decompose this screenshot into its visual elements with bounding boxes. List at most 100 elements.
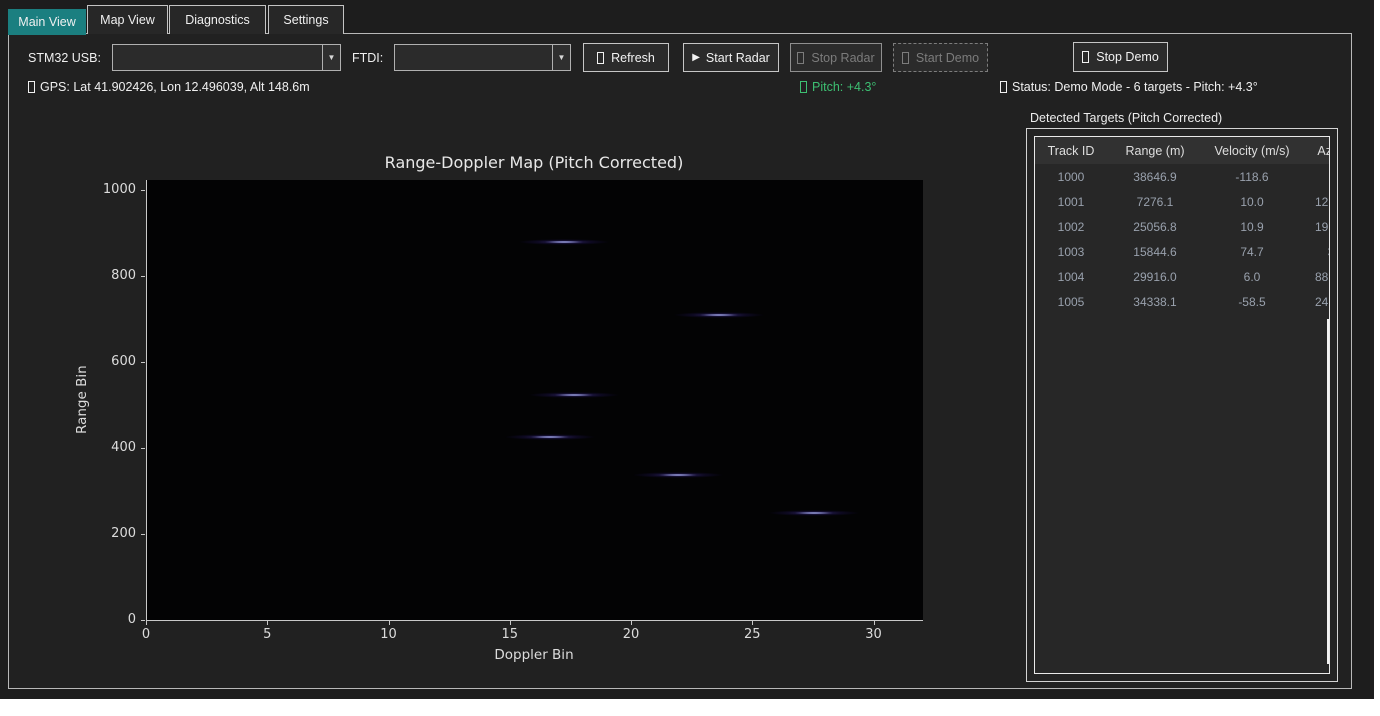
table-row[interactable]: 100534338.1-58.5247.5104 bbox=[1035, 289, 1329, 314]
table-row[interactable]: 100225056.810.9191.2552 bbox=[1035, 214, 1329, 239]
table-row[interactable]: 100315844.674.7300° bbox=[1035, 239, 1329, 264]
cell: 45° bbox=[1301, 170, 1330, 184]
refresh-icon bbox=[597, 52, 604, 64]
y-axis-label: Range Bin bbox=[74, 330, 90, 470]
ftdi-port-select[interactable]: ▼ bbox=[394, 44, 571, 71]
start-radar-button[interactable]: ▶ Start Radar bbox=[683, 43, 779, 72]
stop-icon bbox=[797, 52, 804, 64]
pitch-status: Pitch: +4.3° bbox=[800, 79, 876, 95]
table-scrollbar[interactable] bbox=[1327, 319, 1329, 664]
y-tick-label: 800 bbox=[94, 268, 136, 283]
ftdi-label: FTDI: bbox=[352, 44, 383, 71]
y-tick-label: 600 bbox=[94, 354, 136, 369]
cell: 74.7 bbox=[1203, 245, 1301, 259]
x-tick-label: 0 bbox=[124, 627, 168, 642]
column-header[interactable]: Track ID bbox=[1035, 144, 1107, 158]
targets-table[interactable]: Track IDRange (m)Velocity (m/s)Azimuth 1… bbox=[1034, 136, 1330, 674]
y-tick-label: 400 bbox=[94, 440, 136, 455]
cell: 25056.8 bbox=[1107, 220, 1203, 234]
target-blip bbox=[504, 434, 596, 440]
y-tick-mark bbox=[141, 276, 145, 277]
x-tick-mark bbox=[389, 621, 390, 625]
cell: 1002 bbox=[1035, 220, 1107, 234]
demo-icon bbox=[902, 52, 909, 64]
x-tick-label: 15 bbox=[488, 627, 532, 642]
range-doppler-plot[interactable] bbox=[146, 180, 923, 621]
cell: 38646.9 bbox=[1107, 170, 1203, 184]
stm32-usb-label: STM32 USB: bbox=[28, 44, 101, 71]
tab-settings[interactable]: Settings bbox=[268, 5, 344, 34]
cell: 1004 bbox=[1035, 270, 1107, 284]
app-window: Main View Map View Diagnostics Settings … bbox=[0, 0, 1374, 699]
tab-label: Diagnostics bbox=[185, 13, 250, 27]
tab-label: Main View bbox=[18, 15, 75, 29]
cell: -58.5 bbox=[1203, 295, 1301, 309]
radar-status: Status: Demo Mode - 6 targets - Pitch: +… bbox=[1000, 79, 1258, 95]
stop-demo-button[interactable]: Stop Demo bbox=[1073, 42, 1168, 72]
y-tick-mark bbox=[141, 620, 145, 621]
cell: 1005 bbox=[1035, 295, 1107, 309]
chevron-down-icon[interactable]: ▼ bbox=[552, 45, 570, 70]
target-blip bbox=[632, 472, 724, 478]
x-tick-label: 30 bbox=[852, 627, 896, 642]
target-blip bbox=[518, 239, 610, 245]
column-header[interactable]: Velocity (m/s) bbox=[1203, 144, 1301, 158]
cell: 15844.6 bbox=[1107, 245, 1203, 259]
tab-label: Map View bbox=[100, 13, 155, 27]
play-icon: ▶ bbox=[692, 53, 700, 63]
refresh-button[interactable]: Refresh bbox=[583, 43, 669, 72]
cell: 88.66998 bbox=[1301, 270, 1330, 284]
y-tick-mark bbox=[141, 448, 145, 449]
cell: 10.9 bbox=[1203, 220, 1301, 234]
cell: 6.0 bbox=[1203, 270, 1301, 284]
cell: 29916.0 bbox=[1107, 270, 1203, 284]
cell: 191.2552 bbox=[1301, 220, 1330, 234]
table-row[interactable]: 100038646.9-118.645° bbox=[1035, 164, 1329, 189]
x-tick-label: 25 bbox=[730, 627, 774, 642]
target-blip bbox=[528, 392, 620, 398]
x-tick-mark bbox=[267, 621, 268, 625]
cell: 300° bbox=[1301, 245, 1330, 259]
y-tick-mark bbox=[141, 362, 145, 363]
stop-radar-button: Stop Radar bbox=[790, 43, 882, 72]
tab-label: Settings bbox=[283, 13, 328, 27]
cell: 122.2510 bbox=[1301, 195, 1330, 209]
x-tick-mark bbox=[510, 621, 511, 625]
cell: 247.5104 bbox=[1301, 295, 1330, 309]
cell: 1000 bbox=[1035, 170, 1107, 184]
y-tick-mark bbox=[141, 534, 145, 535]
targets-panel-title: Detected Targets (Pitch Corrected) bbox=[1030, 111, 1222, 125]
target-blip bbox=[768, 510, 860, 516]
start-demo-button: Start Demo bbox=[893, 43, 988, 72]
x-tick-label: 5 bbox=[245, 627, 289, 642]
x-tick-mark bbox=[146, 621, 147, 625]
tab-map-view[interactable]: Map View bbox=[87, 5, 168, 34]
cell: 34338.1 bbox=[1107, 295, 1203, 309]
y-tick-mark bbox=[141, 190, 145, 191]
y-tick-label: 0 bbox=[94, 612, 136, 627]
cell: 7276.1 bbox=[1107, 195, 1203, 209]
gps-status: GPS: Lat 41.902426, Lon 12.496039, Alt 1… bbox=[28, 79, 310, 95]
x-tick-mark bbox=[874, 621, 875, 625]
gps-icon bbox=[28, 81, 35, 93]
table-row[interactable]: 100429916.06.088.66998 bbox=[1035, 264, 1329, 289]
chart-title: Range-Doppler Map (Pitch Corrected) bbox=[146, 153, 922, 172]
chevron-down-icon[interactable]: ▼ bbox=[322, 45, 340, 70]
cell: 1001 bbox=[1035, 195, 1107, 209]
tab-main-view[interactable]: Main View bbox=[8, 9, 86, 35]
column-header[interactable]: Azimuth bbox=[1301, 144, 1330, 158]
y-tick-label: 200 bbox=[94, 526, 136, 541]
x-tick-label: 10 bbox=[367, 627, 411, 642]
table-header-row: Track IDRange (m)Velocity (m/s)Azimuth bbox=[1035, 137, 1329, 164]
x-tick-mark bbox=[752, 621, 753, 625]
target-blip bbox=[673, 312, 765, 318]
x-tick-mark bbox=[631, 621, 632, 625]
y-tick-label: 1000 bbox=[94, 182, 136, 197]
x-tick-label: 20 bbox=[609, 627, 653, 642]
stm32-port-select[interactable]: ▼ bbox=[112, 44, 341, 71]
tab-diagnostics[interactable]: Diagnostics bbox=[169, 5, 266, 34]
stop-icon bbox=[1082, 51, 1089, 63]
column-header[interactable]: Range (m) bbox=[1107, 144, 1203, 158]
antenna-icon bbox=[1000, 81, 1007, 93]
table-row[interactable]: 10017276.110.0122.2510 bbox=[1035, 189, 1329, 214]
